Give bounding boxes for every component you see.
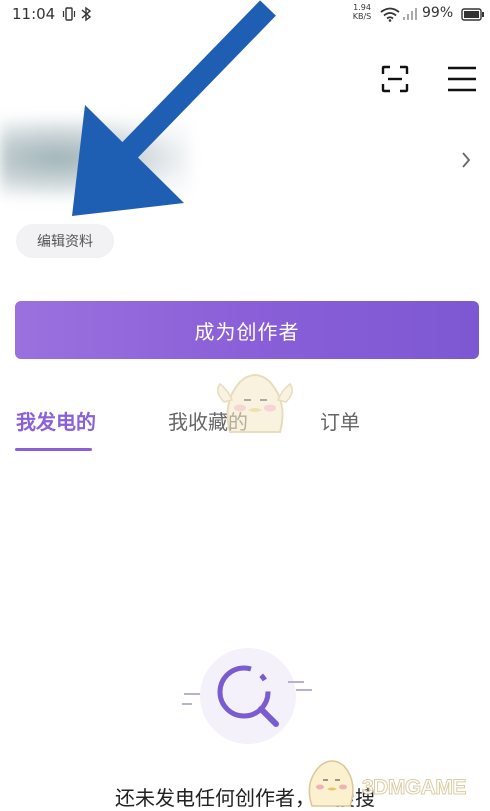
scan-icon [381, 65, 409, 93]
mascot-watermark-icon [217, 374, 293, 433]
signal-icon [403, 8, 417, 20]
annotation-arrow-icon [72, 0, 276, 216]
hamburger-menu-icon [448, 66, 476, 92]
menu-button[interactable] [446, 64, 478, 94]
become-creator-button[interactable]: 成为创作者 [15, 301, 479, 359]
status-time: 11:04 [12, 5, 56, 23]
battery-percent: 99% [422, 5, 454, 21]
net-speed-value: 1.94 [353, 3, 371, 12]
tab-my-powered[interactable]: 我发电的 [16, 406, 96, 435]
tab-orders[interactable]: 订单 [320, 406, 360, 435]
net-speed-unit: KB/S [352, 12, 372, 21]
watermark-mascot-icon [308, 760, 354, 807]
search-icon [182, 648, 312, 744]
active-tab-indicator [15, 448, 92, 451]
watermark: 3DMGAME [298, 754, 488, 808]
battery-icon [461, 8, 484, 21]
chevron-right-icon[interactable] [460, 150, 472, 170]
network-speed: 1.94 KB/S [350, 3, 374, 21]
watermark-text: 3DMGAME [362, 776, 467, 800]
scan-button[interactable] [380, 64, 410, 94]
wifi-icon [380, 7, 400, 22]
